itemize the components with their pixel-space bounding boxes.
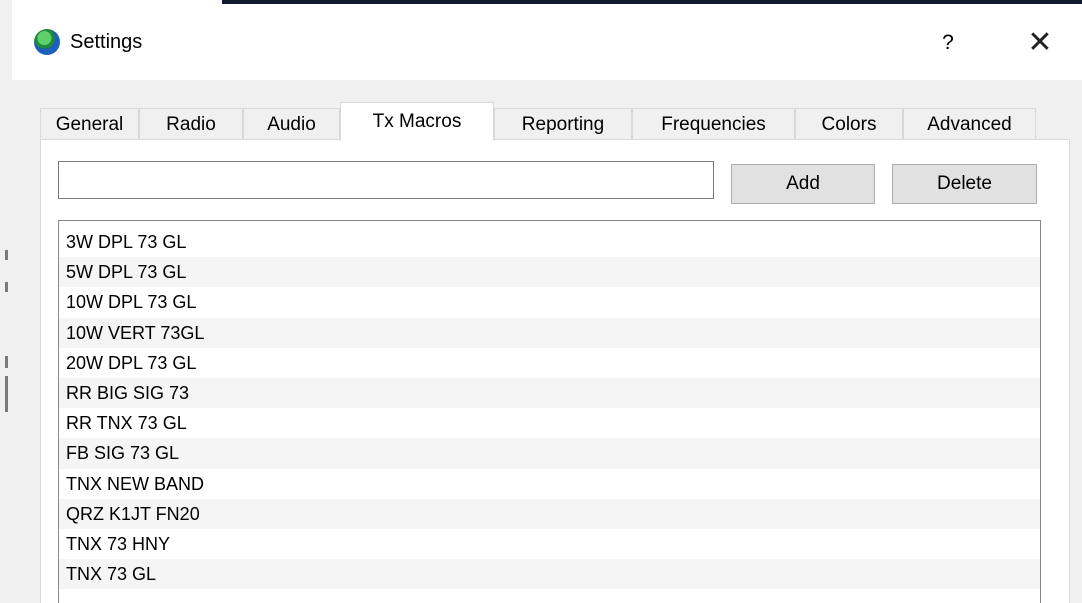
list-item[interactable]: 5W DPL 73 GL — [59, 257, 1040, 288]
macro-list[interactable]: 3W DPL 73 GL 5W DPL 73 GL 10W DPL 73 GL … — [58, 220, 1041, 603]
list-item[interactable]: 20W DPL 73 GL — [59, 347, 1040, 378]
background-edge-mark — [5, 250, 8, 260]
list-item[interactable]: 3W DPL 73 GL — [59, 227, 1040, 258]
list-item[interactable]: RR BIG SIG 73 — [59, 377, 1040, 409]
close-button[interactable]: ✕ — [1012, 24, 1068, 62]
background-window-edge — [0, 0, 12, 603]
macro-text-input[interactable] — [58, 161, 714, 199]
list-item[interactable]: FB SIG 73 GL — [59, 438, 1040, 469]
window-title: Settings — [70, 31, 143, 53]
tab-reporting[interactable]: Reporting — [494, 108, 632, 140]
background-edge-mark — [5, 356, 8, 368]
tab-tx-macros[interactable]: Tx Macros — [340, 102, 494, 141]
background-edge-mark — [5, 376, 8, 412]
tab-colors[interactable]: Colors — [795, 108, 903, 140]
list-item[interactable]: TNX NEW BAND — [59, 468, 1040, 499]
list-item[interactable]: RR TNX 73 GL — [59, 408, 1040, 439]
list-item[interactable]: TNX 73 HNY — [59, 528, 1040, 560]
tx-macros-panel: Add Delete 3W DPL 73 GL 5W DPL 73 GL 10W… — [40, 139, 1070, 603]
list-item[interactable]: TNX 73 GL — [59, 559, 1040, 590]
list-item[interactable]: 10W DPL 73 GL — [59, 287, 1040, 318]
list-item[interactable]: 10W VERT 73GL — [59, 317, 1040, 348]
tab-bar: General Radio Audio Tx Macros Reporting … — [40, 102, 1070, 141]
title-bar[interactable]: Settings ? ✕ — [12, 4, 1082, 80]
tab-audio[interactable]: Audio — [243, 108, 340, 140]
add-button[interactable]: Add — [731, 164, 875, 204]
list-item[interactable]: QRZ K1JT FN20 — [59, 498, 1040, 529]
tab-advanced[interactable]: Advanced — [903, 108, 1036, 140]
tab-frequencies[interactable]: Frequencies — [632, 108, 795, 140]
help-button[interactable]: ? — [930, 26, 966, 60]
globe-icon — [34, 29, 60, 55]
close-icon: ✕ — [1027, 26, 1053, 59]
dialog-body: General Radio Audio Tx Macros Reporting … — [12, 80, 1082, 603]
tab-radio[interactable]: Radio — [139, 108, 243, 140]
tab-general[interactable]: General — [40, 108, 139, 140]
macro-rows: 3W DPL 73 GL 5W DPL 73 GL 10W DPL 73 GL … — [59, 227, 1040, 590]
delete-button[interactable]: Delete — [892, 164, 1037, 204]
background-edge-mark — [5, 282, 8, 292]
settings-dialog: Settings ? ✕ General Radio Audio Tx Macr… — [12, 4, 1082, 603]
